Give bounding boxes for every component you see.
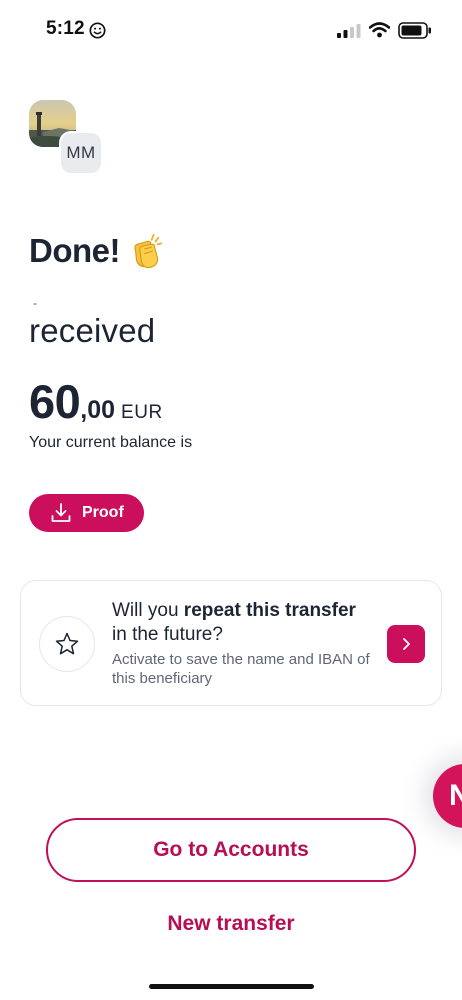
proof-button[interactable]: Proof — [29, 494, 144, 532]
received-label: received — [29, 312, 156, 349]
repeat-card-title-end: in the future? — [112, 624, 223, 645]
home-indicator — [149, 984, 314, 989]
transfer-amount: 60 ,00 EUR — [29, 374, 163, 429]
cellular-signal-icon — [337, 24, 361, 38]
balance-label: Your current balance is — [29, 434, 193, 451]
star-icon-container — [39, 616, 95, 672]
amount-decimal: ,00 — [80, 396, 116, 424]
smiley-icon — [89, 22, 106, 39]
transfer-success-screen: 5:12 MM Done! - received 60 ,00 EUR Your… — [0, 0, 462, 1000]
done-title: Done! — [29, 232, 121, 269]
star-icon — [55, 632, 79, 655]
repeat-transfer-card[interactable]: Will you repeat this transfer in the fut… — [20, 580, 442, 706]
repeat-card-title: Will you repeat this transfer in the fut… — [112, 599, 362, 647]
repeat-card-title-text: Will you — [112, 600, 184, 621]
wifi-icon — [369, 22, 390, 38]
chevron-right-icon — [403, 638, 410, 650]
success-heading: Done! — [29, 232, 166, 270]
amount-currency: EUR — [121, 402, 163, 423]
proof-button-label: Proof — [82, 504, 124, 521]
repeat-card-arrow-button[interactable] — [387, 625, 425, 663]
repeat-card-subtitle: Activate to save the name and IBAN of th… — [112, 651, 370, 687]
amount-integer: 60 — [29, 375, 81, 428]
floating-assistant-button[interactable]: N — [433, 764, 462, 828]
clapping-hands-emoji — [134, 233, 163, 269]
new-transfer-link[interactable]: New transfer — [0, 912, 462, 936]
repeat-card-title-bold: repeat this transfer — [183, 600, 356, 621]
recipient-name-placeholder: - — [33, 296, 37, 310]
recipient-initials-avatar: MM — [59, 131, 103, 175]
go-to-accounts-button[interactable]: Go to Accounts — [46, 818, 416, 882]
status-time: 5:12 — [46, 18, 85, 39]
status-bar: 5:12 — [0, 0, 462, 56]
download-icon — [51, 503, 71, 522]
battery-icon — [398, 22, 431, 39]
